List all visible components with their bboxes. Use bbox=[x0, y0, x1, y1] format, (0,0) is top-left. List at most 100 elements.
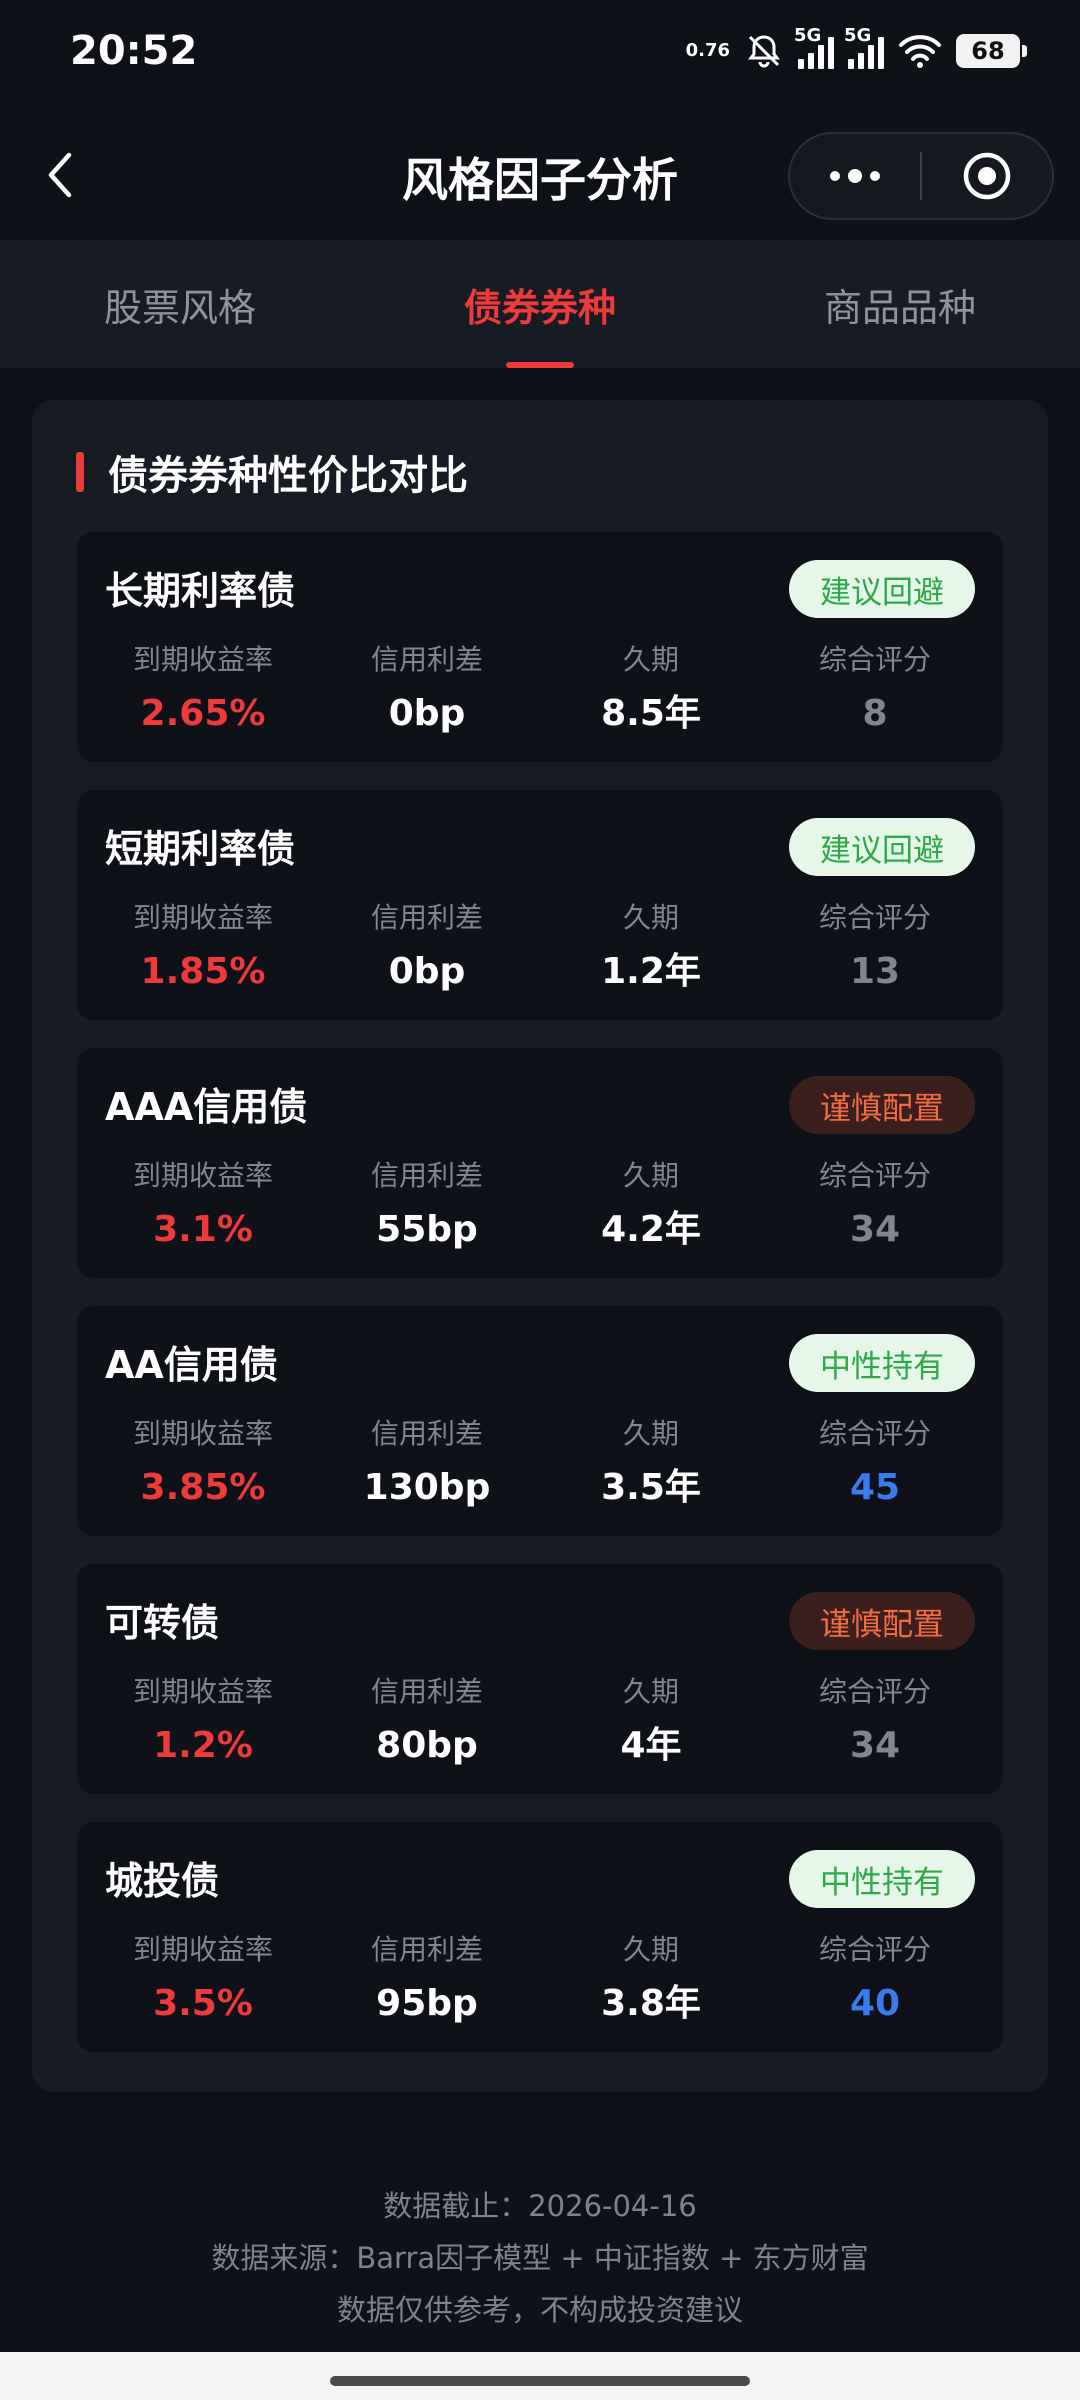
metric-label: 综合评分 bbox=[818, 643, 931, 676]
metric-label: 久期 bbox=[622, 643, 679, 676]
metric-label: 到期收益率 bbox=[132, 1417, 273, 1450]
metric-value: 3.85% bbox=[140, 1467, 266, 1508]
status-icons: 0.76 5G 5G 68 bbox=[685, 25, 1027, 76]
metric-label: 综合评分 bbox=[818, 1159, 931, 1192]
more-dots-icon bbox=[830, 169, 880, 183]
metric-value: 1.2% bbox=[153, 1725, 253, 1766]
metric-value: 130bp bbox=[363, 1467, 491, 1508]
bond-metrics: 到期收益率 3.85% 信用利差 130bp 久期 3.5年 综合评分 45 bbox=[77, 1416, 1003, 1510]
tab-bond-type[interactable]: 债券券种 bbox=[360, 240, 720, 368]
bond-name: AAA信用债 bbox=[105, 1085, 308, 1129]
metric-score: 综合评分 8 bbox=[763, 642, 987, 736]
disclaimer: 数据仅供参考，不构成投资建议 bbox=[336, 2293, 743, 2327]
metric-label: 信用利差 bbox=[370, 901, 483, 934]
metric-score: 综合评分 45 bbox=[763, 1416, 987, 1510]
bond-card[interactable]: 城投债 中性持有 到期收益率 3.5% 信用利差 95bp 久期 3.8年 综合评分 40 bbox=[77, 1822, 1003, 2052]
back-button[interactable] bbox=[30, 140, 90, 210]
metric-label: 久期 bbox=[622, 901, 679, 934]
metric-label: 久期 bbox=[622, 1159, 679, 1192]
metric-value: 1.85% bbox=[140, 951, 266, 992]
metric-value: 40 bbox=[849, 1983, 901, 2024]
metric-label: 综合评分 bbox=[818, 1417, 931, 1450]
metric-duration: 久期 4年 bbox=[539, 1674, 763, 1768]
metric-score: 综合评分 13 bbox=[763, 900, 987, 994]
recommendation-badge: 谨慎配置 bbox=[789, 1076, 975, 1134]
metric-label: 信用利差 bbox=[370, 1159, 483, 1192]
metric-value: 95bp bbox=[376, 1983, 478, 2024]
bond-name: 长期利率债 bbox=[105, 569, 296, 613]
recommendation-badge: 建议回避 bbox=[789, 560, 975, 618]
metric-credit-spread: 信用利差 0bp bbox=[315, 642, 539, 736]
bond-metrics: 到期收益率 3.1% 信用利差 55bp 久期 4.2年 综合评分 34 bbox=[77, 1158, 1003, 1252]
metric-duration: 久期 8.5年 bbox=[539, 642, 763, 736]
metric-label: 久期 bbox=[622, 1417, 679, 1450]
close-button[interactable] bbox=[922, 134, 1052, 218]
category-tabs: 股票风格 债券券种 商品品种 bbox=[0, 240, 1080, 368]
home-bar[interactable] bbox=[330, 2376, 750, 2386]
home-indicator bbox=[0, 2352, 1080, 2400]
metric-value: 13 bbox=[849, 951, 901, 992]
bond-card[interactable]: AA信用债 中性持有到期收益率 3.85% 信用利差 130bp 久期 3.5年 综合评分 45 bbox=[77, 1306, 1003, 1536]
bond-metrics: 到期收益率 1.85% 信用利差 0bp 久期 1.2年 综合评分 13 bbox=[77, 900, 1003, 994]
metric-label: 到期收益率 bbox=[132, 1675, 273, 1708]
bond-name: AA信用债 bbox=[105, 1343, 278, 1387]
more-button[interactable] bbox=[790, 134, 920, 218]
metric-score: 综合评分 34 bbox=[763, 1674, 987, 1768]
metric-value: 0bp bbox=[388, 951, 466, 992]
bond-metrics: 到期收益率 1.2% 信用利差 80bp 久期 4年 综合评分 34 bbox=[77, 1674, 1003, 1768]
metric-label: 信用利差 bbox=[370, 643, 483, 676]
metric-value: 1.2年 bbox=[601, 951, 701, 992]
metric-yield: 到期收益率 2.65% bbox=[91, 642, 315, 736]
network-speed: 0.76 bbox=[685, 40, 730, 61]
metric-credit-spread: 信用利差 55bp bbox=[315, 1158, 539, 1252]
data-date: 数据截止：2026-04-16 bbox=[383, 2189, 697, 2223]
metric-value: 4.2年 bbox=[601, 1209, 701, 1250]
metric-value: 8.5年 bbox=[601, 693, 701, 734]
metric-credit-spread: 信用利差 0bp bbox=[315, 900, 539, 994]
signal-5g-icon-1: 5G bbox=[794, 25, 834, 69]
metric-value: 55bp bbox=[376, 1209, 478, 1250]
mute-bell-icon bbox=[748, 35, 780, 68]
metric-yield: 到期收益率 3.85% bbox=[91, 1416, 315, 1510]
bond-card[interactable]: 可转债 谨慎配置到期收益率 1.2% 信用利差 80bp 久期 4年 综合评分 34 bbox=[77, 1564, 1003, 1794]
recommendation-badge: 谨慎配置 bbox=[789, 1592, 975, 1650]
metric-label: 信用利差 bbox=[370, 1675, 483, 1708]
metric-label: 到期收益率 bbox=[132, 1933, 273, 1966]
tab-commodity-type[interactable]: 商品品种 bbox=[720, 240, 1080, 368]
metric-value: 3.8年 bbox=[601, 1983, 701, 2024]
status-time: 20:52 bbox=[70, 28, 198, 74]
metric-value: 3.1% bbox=[153, 1209, 253, 1250]
recommendation-badge: 中性持有 bbox=[789, 1850, 975, 1908]
metric-value: 3.5年 bbox=[601, 1467, 701, 1508]
metric-value: 4年 bbox=[620, 1725, 682, 1766]
bond-comparison-panel: 债券券种性价比对比 长期利率债 建议回避 到期收益率 2.65% 信用利差 0bp 久期 8.… bbox=[32, 400, 1048, 2092]
bond-name: 可转债 bbox=[105, 1601, 220, 1645]
signal-5g-icon-2: 5G bbox=[844, 25, 884, 69]
nav-bar: 风格因子分析 bbox=[0, 110, 1080, 240]
bond-metrics: 到期收益率 3.5% 信用利差 95bp 久期 3.8年 综合评分 40 bbox=[77, 1932, 1003, 2026]
bond-name: 短期利率债 bbox=[105, 827, 296, 871]
bond-card[interactable]: AAA信用债 谨慎配置到期收益率 3.1% 信用利差 55bp 久期 4.2年 综合评分 34 bbox=[77, 1048, 1003, 1278]
status-bar: 20:52 0.76 5G 5G 68 bbox=[0, 0, 1080, 110]
metric-credit-spread: 信用利差 80bp bbox=[315, 1674, 539, 1768]
metric-yield: 到期收益率 1.85% bbox=[91, 900, 315, 994]
metric-credit-spread: 信用利差 95bp bbox=[315, 1932, 539, 2026]
metric-value: 0bp bbox=[388, 693, 466, 734]
title-accent-bar bbox=[76, 452, 84, 492]
metric-credit-spread: 信用利差 130bp bbox=[315, 1416, 539, 1510]
bond-card[interactable]: 短期利率债 建议回避 到期收益率 1.85% 信用利差 0bp 久期 1.2年 综合评分 13 bbox=[77, 790, 1003, 1020]
metric-label: 久期 bbox=[622, 1933, 679, 1966]
metric-yield: 到期收益率 3.1% bbox=[91, 1158, 315, 1252]
metric-value: 34 bbox=[849, 1725, 901, 1766]
metric-value: 34 bbox=[849, 1209, 901, 1250]
metric-label: 到期收益率 bbox=[132, 901, 273, 934]
metric-label: 久期 bbox=[622, 1675, 679, 1708]
metric-value: 2.65% bbox=[140, 693, 266, 734]
recommendation-badge: 中性持有 bbox=[789, 1334, 975, 1392]
bond-name: 城投债 bbox=[105, 1859, 220, 1903]
metric-label: 信用利差 bbox=[370, 1417, 483, 1450]
metric-label: 综合评分 bbox=[818, 1675, 931, 1708]
bond-card[interactable]: 长期利率债 建议回避到期收益率 2.65% 信用利差 0bp 久期 8.5年 综合评分 8 bbox=[77, 532, 1003, 762]
tab-stock-style[interactable]: 股票风格 bbox=[0, 240, 360, 368]
metric-label: 到期收益率 bbox=[132, 1159, 273, 1192]
